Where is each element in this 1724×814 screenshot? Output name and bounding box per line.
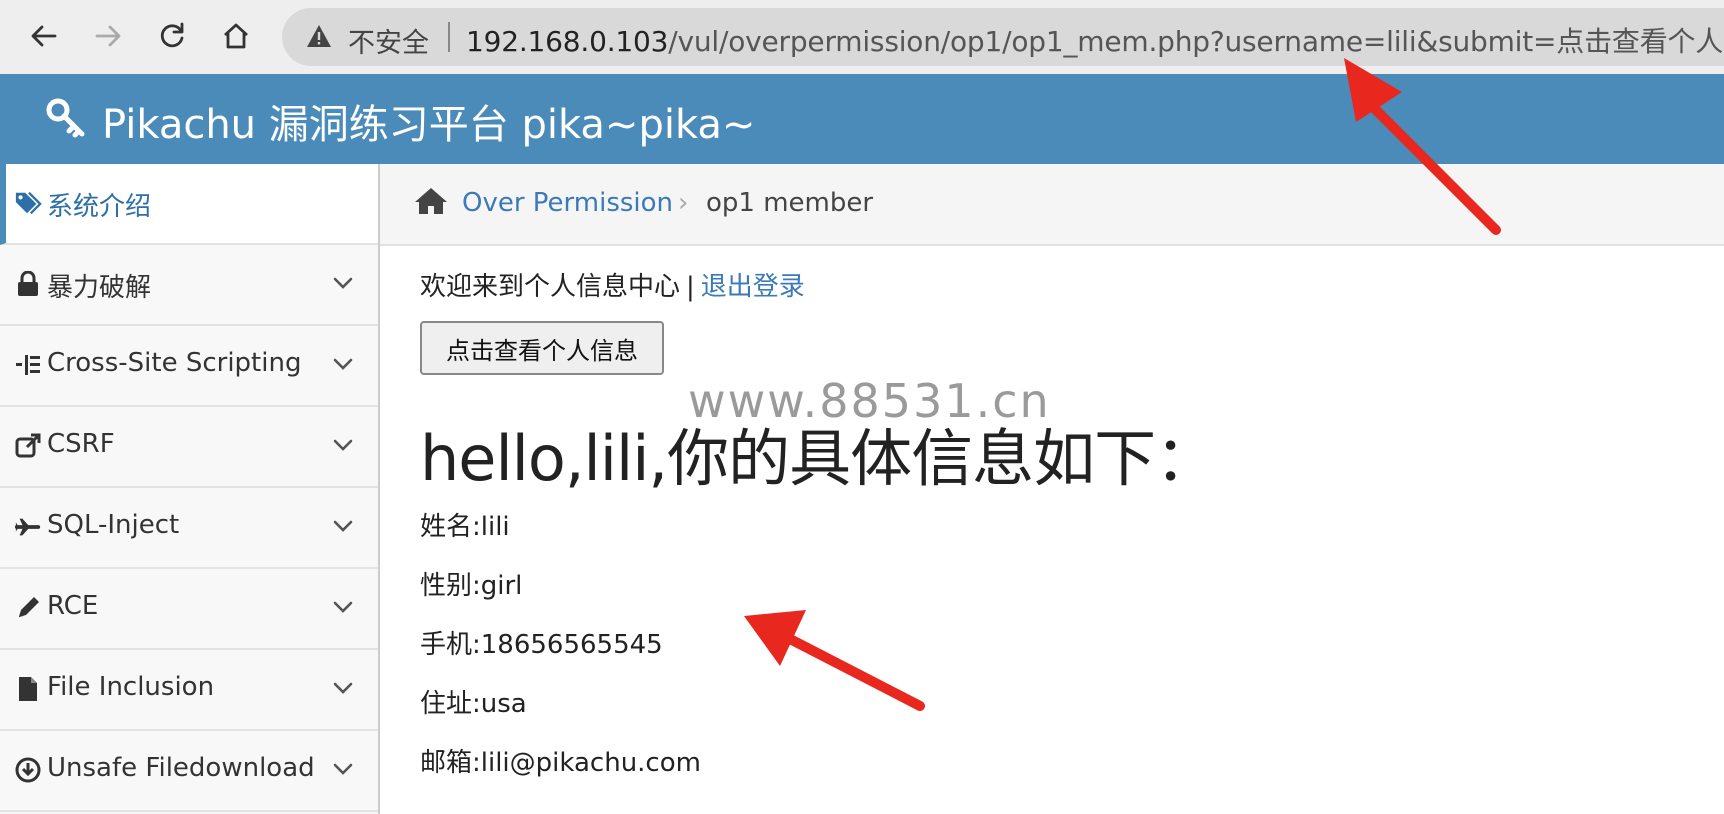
red-arrow-info [744, 610, 925, 711]
red-arrow-url [1344, 58, 1501, 235]
annotation-overlay [744, 58, 1501, 711]
